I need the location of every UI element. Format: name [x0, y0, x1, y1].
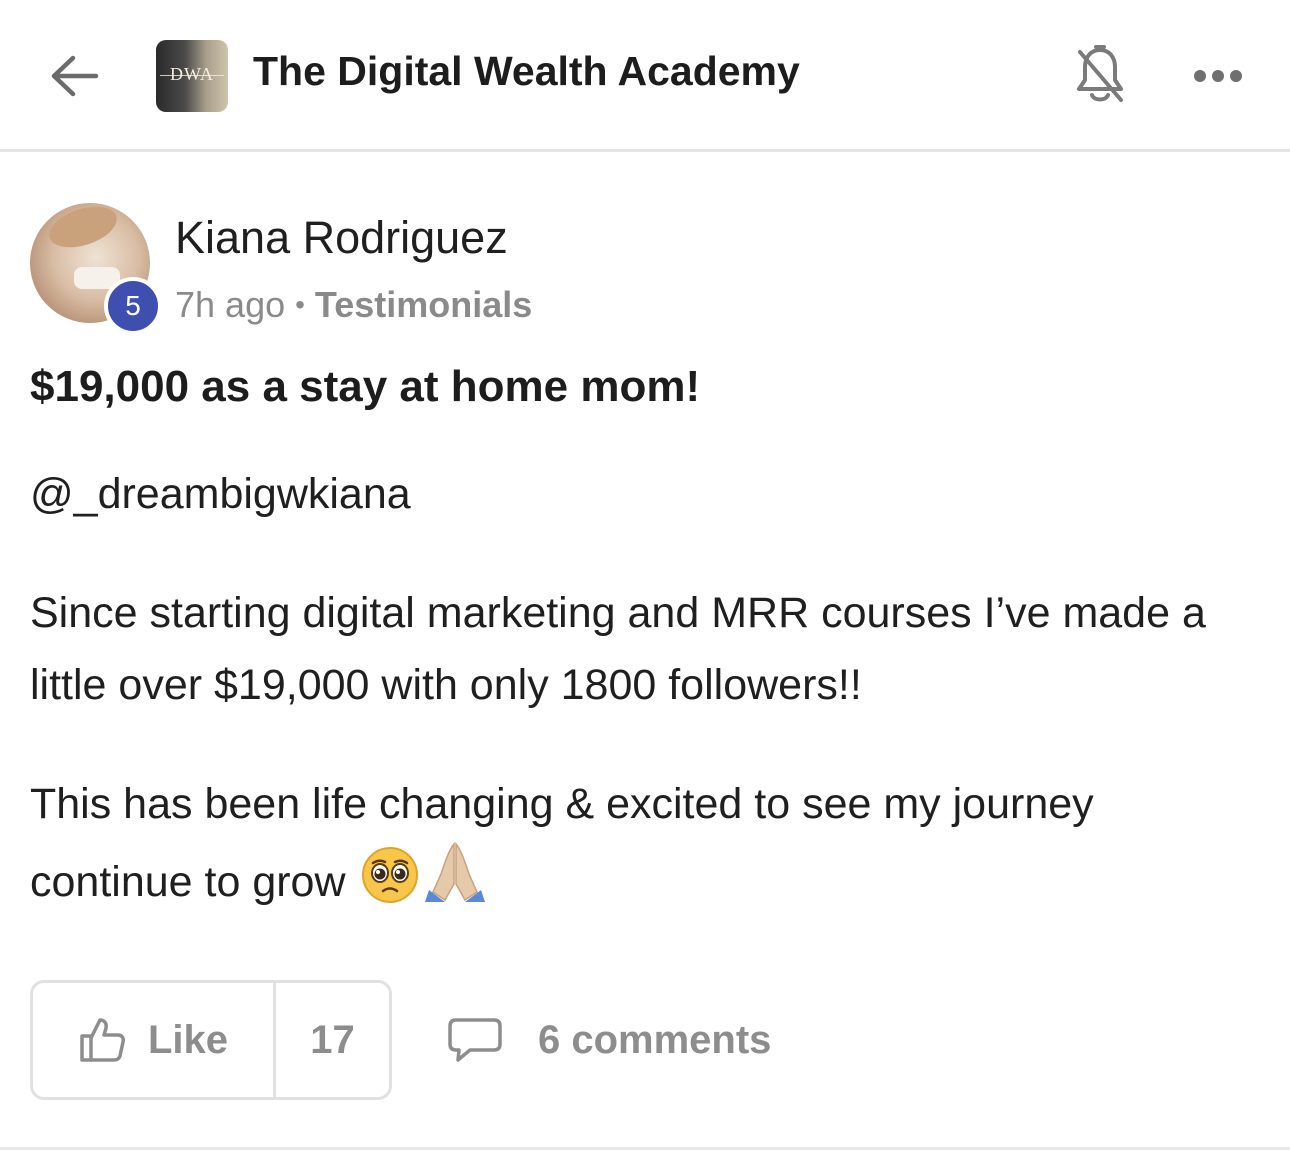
arrow-left-icon — [51, 55, 99, 97]
notifications-toggle-button[interactable] — [1068, 40, 1132, 110]
user-mention-link[interactable]: @_dreambigwkiana — [30, 470, 411, 518]
bell-off-icon — [1077, 45, 1123, 102]
pleading-face-emoji — [361, 846, 419, 926]
like-control: Like 17 — [30, 980, 392, 1100]
back-button[interactable] — [44, 46, 104, 106]
group-logo[interactable]: DWA — [156, 40, 228, 112]
post-title: $19,000 as a stay at home mom! — [30, 362, 701, 411]
post-paragraph-last: This has been life changing & excited to… — [30, 768, 1255, 926]
more-horizontal-icon — [1194, 70, 1242, 82]
like-label: Like — [147, 1017, 229, 1062]
comments-button[interactable]: 6 comments — [446, 1010, 771, 1070]
more-options-button[interactable] — [1186, 54, 1250, 98]
post-paragraph-text: This has been life changing & excited to… — [30, 780, 1094, 906]
post-category[interactable]: Testimonials — [315, 284, 532, 326]
group-title[interactable]: The Digital Wealth Academy — [253, 48, 800, 95]
avatar-photo-detail — [44, 203, 122, 255]
comments-count-label: 6 comments — [538, 1017, 772, 1062]
logo-text: DWA — [170, 64, 214, 84]
post-time: 7h ago — [175, 284, 286, 325]
bottom-divider — [0, 1147, 1290, 1150]
like-count[interactable]: 17 — [276, 983, 389, 1097]
post-body: @_dreambigwkiana Since starting digital … — [30, 458, 1255, 973]
comment-bubble-icon — [448, 1018, 502, 1062]
top-bar: DWA The Digital Wealth Academy — [0, 0, 1290, 152]
folded-hands-emoji — [423, 840, 487, 926]
like-button[interactable]: Like — [33, 983, 276, 1097]
thumbs-up-icon — [80, 1018, 125, 1062]
author-name[interactable]: Kiana Rodriguez — [175, 212, 508, 264]
post-meta: 7h ago • Testimonials — [175, 284, 532, 326]
post-paragraph: Since starting digital marketing and MRR… — [30, 589, 1206, 709]
meta-separator: • — [295, 289, 305, 320]
level-badge: 5 — [104, 277, 162, 335]
